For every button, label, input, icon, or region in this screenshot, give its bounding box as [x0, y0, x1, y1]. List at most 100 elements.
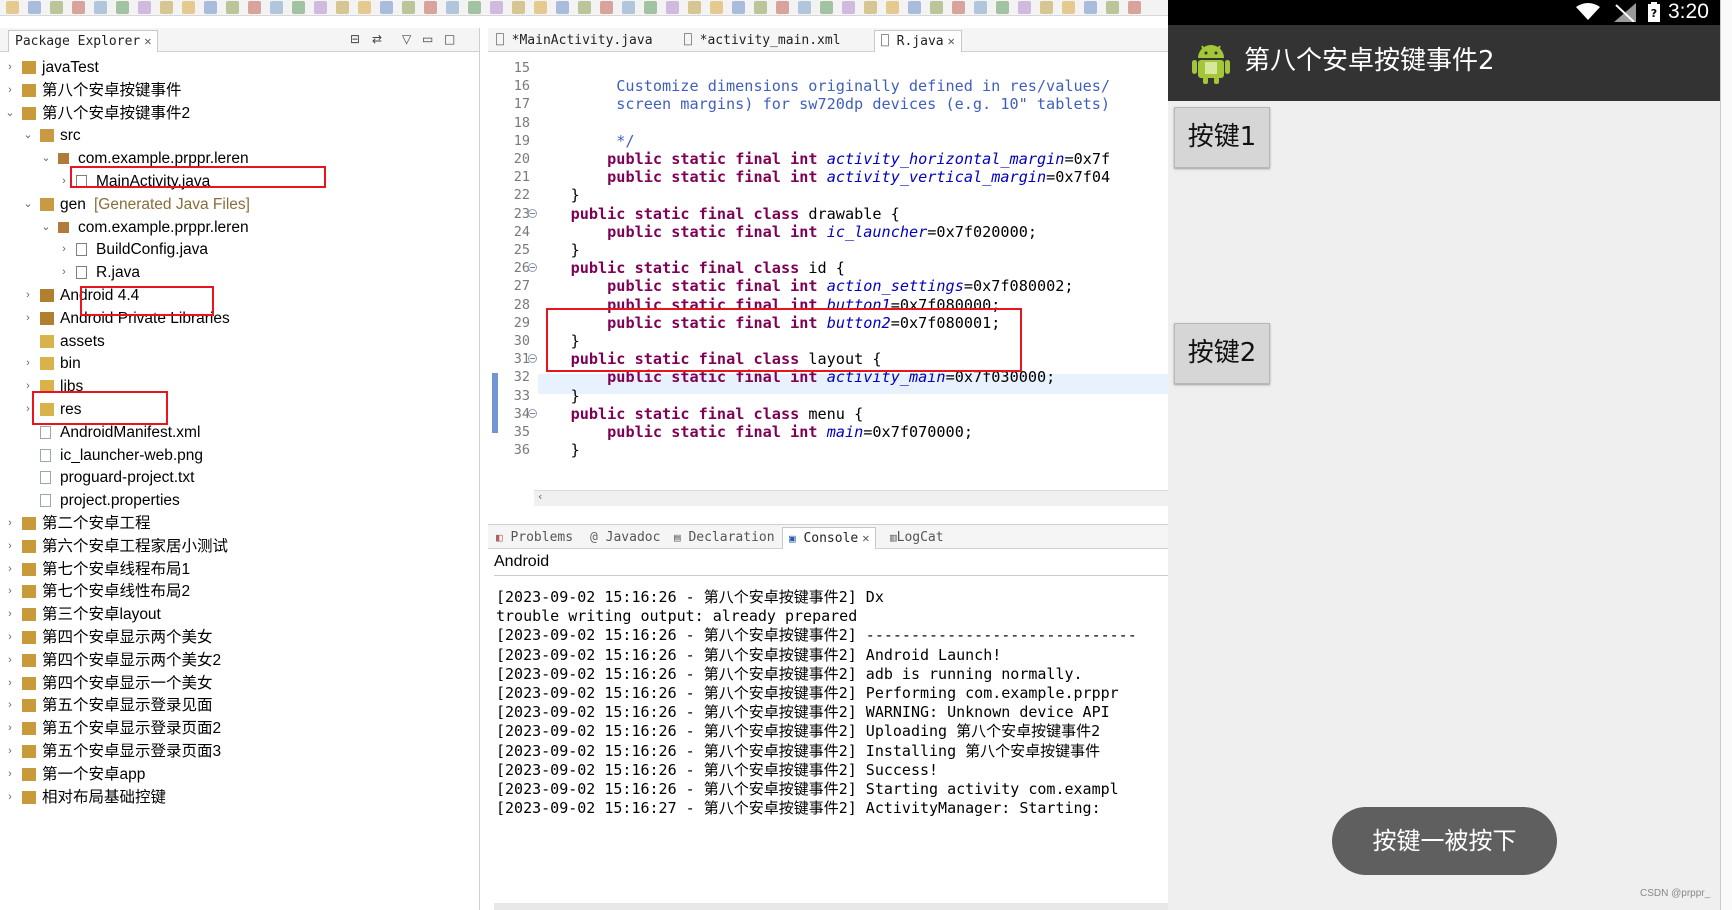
tree-item[interactable]: › Android Private Libraries	[0, 307, 479, 330]
chevron-right-icon[interactable]: ›	[4, 79, 16, 102]
toolbar-button[interactable]	[556, 1, 569, 14]
tree-item[interactable]: › 第四个安卓显示一个美女	[0, 672, 479, 695]
chevron-right-icon[interactable]: ›	[4, 535, 16, 558]
view-menu-icon[interactable]: ▽	[402, 32, 411, 46]
tree-item[interactable]: project.properties	[0, 489, 479, 512]
toolbar-button[interactable]	[28, 1, 41, 14]
toolbar-button[interactable]	[688, 1, 701, 14]
toolbar-button[interactable]	[292, 1, 305, 14]
toolbar-button[interactable]	[820, 1, 833, 14]
link-with-editor-icon[interactable]: ⇄	[372, 32, 382, 46]
toolbar-button[interactable]	[204, 1, 217, 14]
tree-item[interactable]: › R.java	[0, 261, 479, 284]
tree-item[interactable]: › 第七个安卓线程布局1	[0, 558, 479, 581]
toolbar-button[interactable]	[248, 1, 261, 14]
toolbar-button[interactable]	[358, 1, 371, 14]
toolbar-button[interactable]	[974, 1, 987, 14]
chevron-right-icon[interactable]: ›	[22, 307, 34, 330]
toolbar-button[interactable]	[182, 1, 195, 14]
horizontal-scrollbar[interactable]: ‹	[534, 490, 1168, 506]
chevron-down-icon[interactable]: ⌄	[22, 193, 34, 216]
close-icon[interactable]: ✕	[862, 531, 869, 545]
chevron-down-icon[interactable]: ⌄	[4, 102, 16, 125]
tree-item[interactable]: › 第四个安卓显示两个美女2	[0, 649, 479, 672]
tree-item[interactable]: › 第六个安卓工程家居小测试	[0, 535, 479, 558]
chevron-right-icon[interactable]: ›	[22, 284, 34, 307]
tree-item[interactable]: assets	[0, 330, 479, 353]
toolbar-button[interactable]	[402, 1, 415, 14]
toolbar-button[interactable]	[908, 1, 921, 14]
tab-mainactivity-java[interactable]: ⎕ *MainActivity.java	[490, 30, 659, 52]
tab-package-explorer[interactable]: Package Explorer ✕	[8, 30, 159, 52]
chevron-right-icon[interactable]: ›	[4, 580, 16, 603]
chevron-right-icon[interactable]: ›	[4, 558, 16, 581]
toolbar-button[interactable]	[776, 1, 789, 14]
toolbar-button[interactable]	[226, 1, 239, 14]
toolbar-button[interactable]	[160, 1, 173, 14]
chevron-right-icon[interactable]: ›	[4, 649, 16, 672]
tree-item[interactable]: › 第八个安卓按键事件	[0, 79, 479, 102]
tree-item[interactable]: › 第五个安卓显示登录页面2	[0, 717, 479, 740]
maximize-icon[interactable]: □	[444, 32, 455, 46]
chevron-right-icon[interactable]: ›	[4, 626, 16, 649]
chevron-right-icon[interactable]: ›	[4, 603, 16, 626]
chevron-right-icon[interactable]: ›	[4, 740, 16, 763]
toolbar-button[interactable]	[50, 1, 63, 14]
toolbar-button[interactable]	[842, 1, 855, 14]
tree-item[interactable]: proguard-project.txt	[0, 466, 479, 489]
tab-activity-main-xml[interactable]: ⎕ *activity_main.xml	[678, 30, 847, 52]
chevron-right-icon[interactable]: ›	[4, 763, 16, 786]
toolbar-button[interactable]	[578, 1, 591, 14]
tab-console[interactable]: ▣ Console ✕	[782, 527, 877, 549]
tree-item[interactable]: ⌄ gen [Generated Java Files]	[0, 193, 479, 216]
chevron-right-icon[interactable]: ›	[4, 56, 16, 79]
toolbar-button[interactable]	[534, 1, 547, 14]
tree-item[interactable]: › 第一个安卓app	[0, 763, 479, 786]
tab-logcat[interactable]: ▥LogCat	[884, 527, 950, 549]
chevron-down-icon[interactable]: ⌄	[22, 124, 34, 147]
tree-item[interactable]: › 第七个安卓线性布局2	[0, 580, 479, 603]
tree-item[interactable]: › 第五个安卓显示登录见面	[0, 694, 479, 717]
toolbar-button[interactable]	[622, 1, 635, 14]
toolbar-button[interactable]	[754, 1, 767, 14]
toolbar-button[interactable]	[996, 1, 1009, 14]
toolbar-button[interactable]	[424, 1, 437, 14]
tab-declaration[interactable]: ▤ Declaration	[668, 527, 781, 549]
toolbar-button[interactable]	[644, 1, 657, 14]
toolbar-button[interactable]	[72, 1, 85, 14]
tree-item[interactable]: › 第四个安卓显示两个美女	[0, 626, 479, 649]
chevron-right-icon[interactable]: ›	[58, 238, 70, 261]
tree-item[interactable]: ic_launcher-web.png	[0, 444, 479, 467]
toolbar-button[interactable]	[6, 1, 19, 14]
toolbar-button[interactable]	[666, 1, 679, 14]
toolbar-button[interactable]	[1128, 1, 1141, 14]
toolbar-button[interactable]	[270, 1, 283, 14]
toolbar-button[interactable]	[94, 1, 107, 14]
chevron-right-icon[interactable]: ›	[4, 672, 16, 695]
toolbar-button[interactable]	[490, 1, 503, 14]
toolbar-button[interactable]	[710, 1, 723, 14]
chevron-right-icon[interactable]: ›	[22, 352, 34, 375]
tree-item[interactable]: › Android 4.4	[0, 284, 479, 307]
chevron-right-icon[interactable]: ›	[4, 694, 16, 717]
chevron-right-icon[interactable]: ›	[58, 170, 70, 193]
toolbar-button[interactable]	[798, 1, 811, 14]
close-icon[interactable]: ✕	[948, 34, 955, 48]
button1[interactable]: 按键1	[1174, 107, 1270, 168]
chevron-down-icon[interactable]: ⌄	[40, 147, 52, 170]
tree-item[interactable]: › 第五个安卓显示登录页面3	[0, 740, 479, 763]
toolbar-button[interactable]	[1040, 1, 1053, 14]
tree-item[interactable]: › BuildConfig.java	[0, 238, 479, 261]
toolbar-button[interactable]	[380, 1, 393, 14]
tab-r-java[interactable]: ⎕ R.java ✕	[874, 30, 962, 52]
tree-item[interactable]: › 第三个安卓layout	[0, 603, 479, 626]
chevron-right-icon[interactable]: ›	[4, 786, 16, 809]
chevron-right-icon[interactable]: ›	[4, 717, 16, 740]
toolbar-button[interactable]	[468, 1, 481, 14]
tree-item[interactable]: › bin	[0, 352, 479, 375]
toolbar-button[interactable]	[952, 1, 965, 14]
tab-javadoc[interactable]: @ Javadoc	[584, 527, 666, 549]
toolbar-button[interactable]	[512, 1, 525, 14]
toolbar-button[interactable]	[864, 1, 877, 14]
toolbar-button[interactable]	[1062, 1, 1075, 14]
